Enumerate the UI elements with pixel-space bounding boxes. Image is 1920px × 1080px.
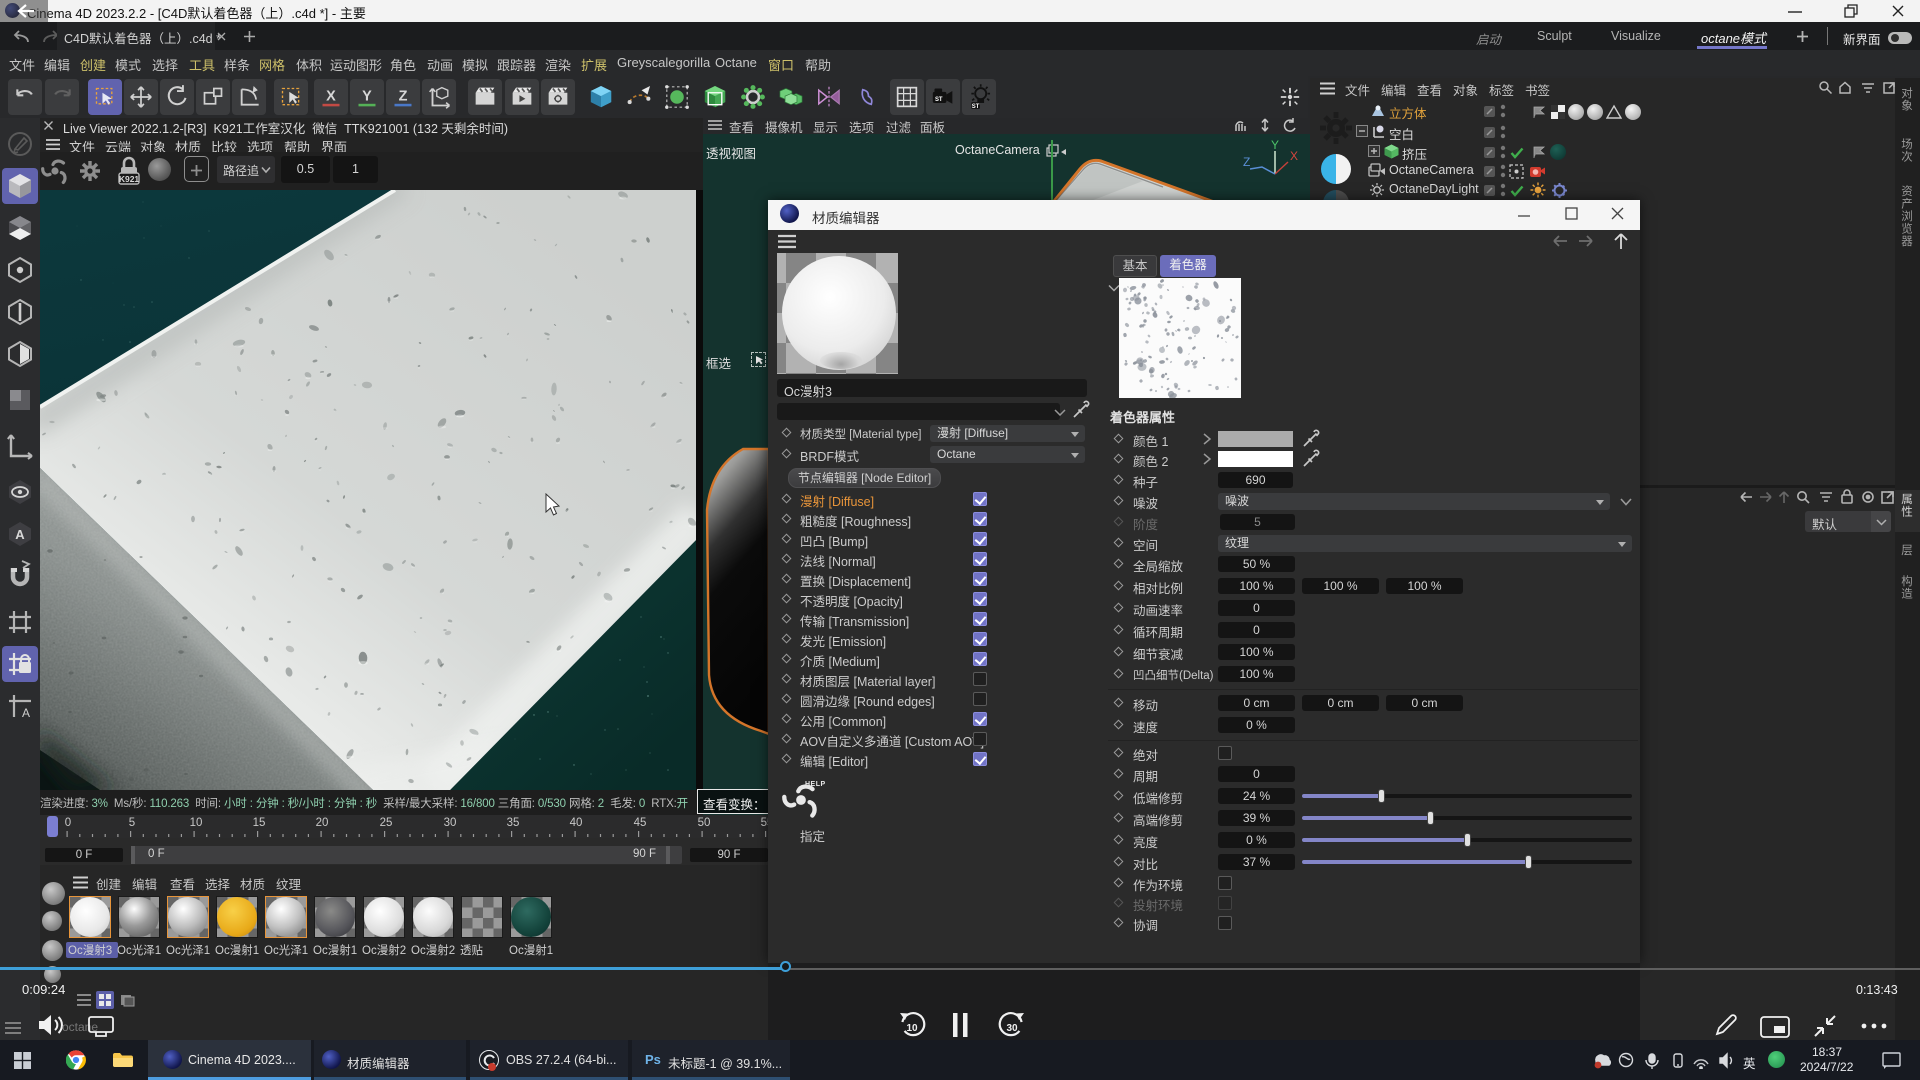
svg-text:K921: K921 [119, 174, 140, 184]
svg-text:A: A [15, 527, 25, 542]
svg-text:30: 30 [1006, 1023, 1018, 1034]
svg-text:Y: Y [362, 88, 372, 104]
svg-text:A: A [22, 706, 30, 720]
svg-text:Z: Z [399, 88, 408, 104]
svg-text:Y: Y [1271, 140, 1279, 152]
svg-text:X: X [326, 88, 336, 104]
svg-text:Z: Z [1243, 155, 1250, 169]
svg-text:ST: ST [972, 104, 980, 110]
svg-text:ST: ST [935, 97, 943, 103]
svg-text:10: 10 [906, 1023, 918, 1034]
svg-text:X: X [1290, 149, 1298, 163]
